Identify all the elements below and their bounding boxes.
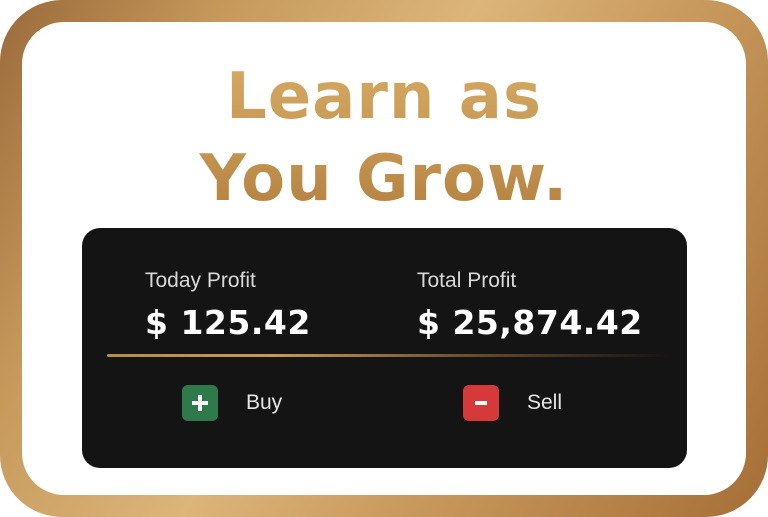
minus-icon [463, 385, 499, 421]
headline-line-2: You Grow. [199, 142, 569, 216]
total-profit: Total Profit $ 25,874.42 [417, 268, 643, 342]
headline-line-1: Learn as [225, 60, 543, 134]
plus-icon [182, 385, 218, 421]
gold-frame: Learn as You Grow. Today Profit $ 125.42… [0, 0, 768, 517]
today-profit-label: Today Profit [145, 269, 256, 292]
profit-card: Today Profit $ 125.42 Total Profit $ 25,… [82, 228, 687, 468]
card-divider [107, 354, 669, 357]
total-profit-label: Total Profit [417, 269, 517, 292]
headline: Learn as You Grow. [22, 56, 746, 220]
buy-button[interactable]: Buy [182, 385, 282, 421]
sell-button[interactable]: Sell [463, 385, 562, 421]
sell-label: Sell [527, 391, 563, 414]
today-profit-value: $ 125.42 [145, 303, 311, 342]
promo-panel: Learn as You Grow. Today Profit $ 125.42… [22, 22, 746, 495]
buy-label: Buy [246, 391, 283, 414]
total-profit-value: $ 25,874.42 [417, 303, 643, 342]
today-profit: Today Profit $ 125.42 [145, 268, 311, 342]
